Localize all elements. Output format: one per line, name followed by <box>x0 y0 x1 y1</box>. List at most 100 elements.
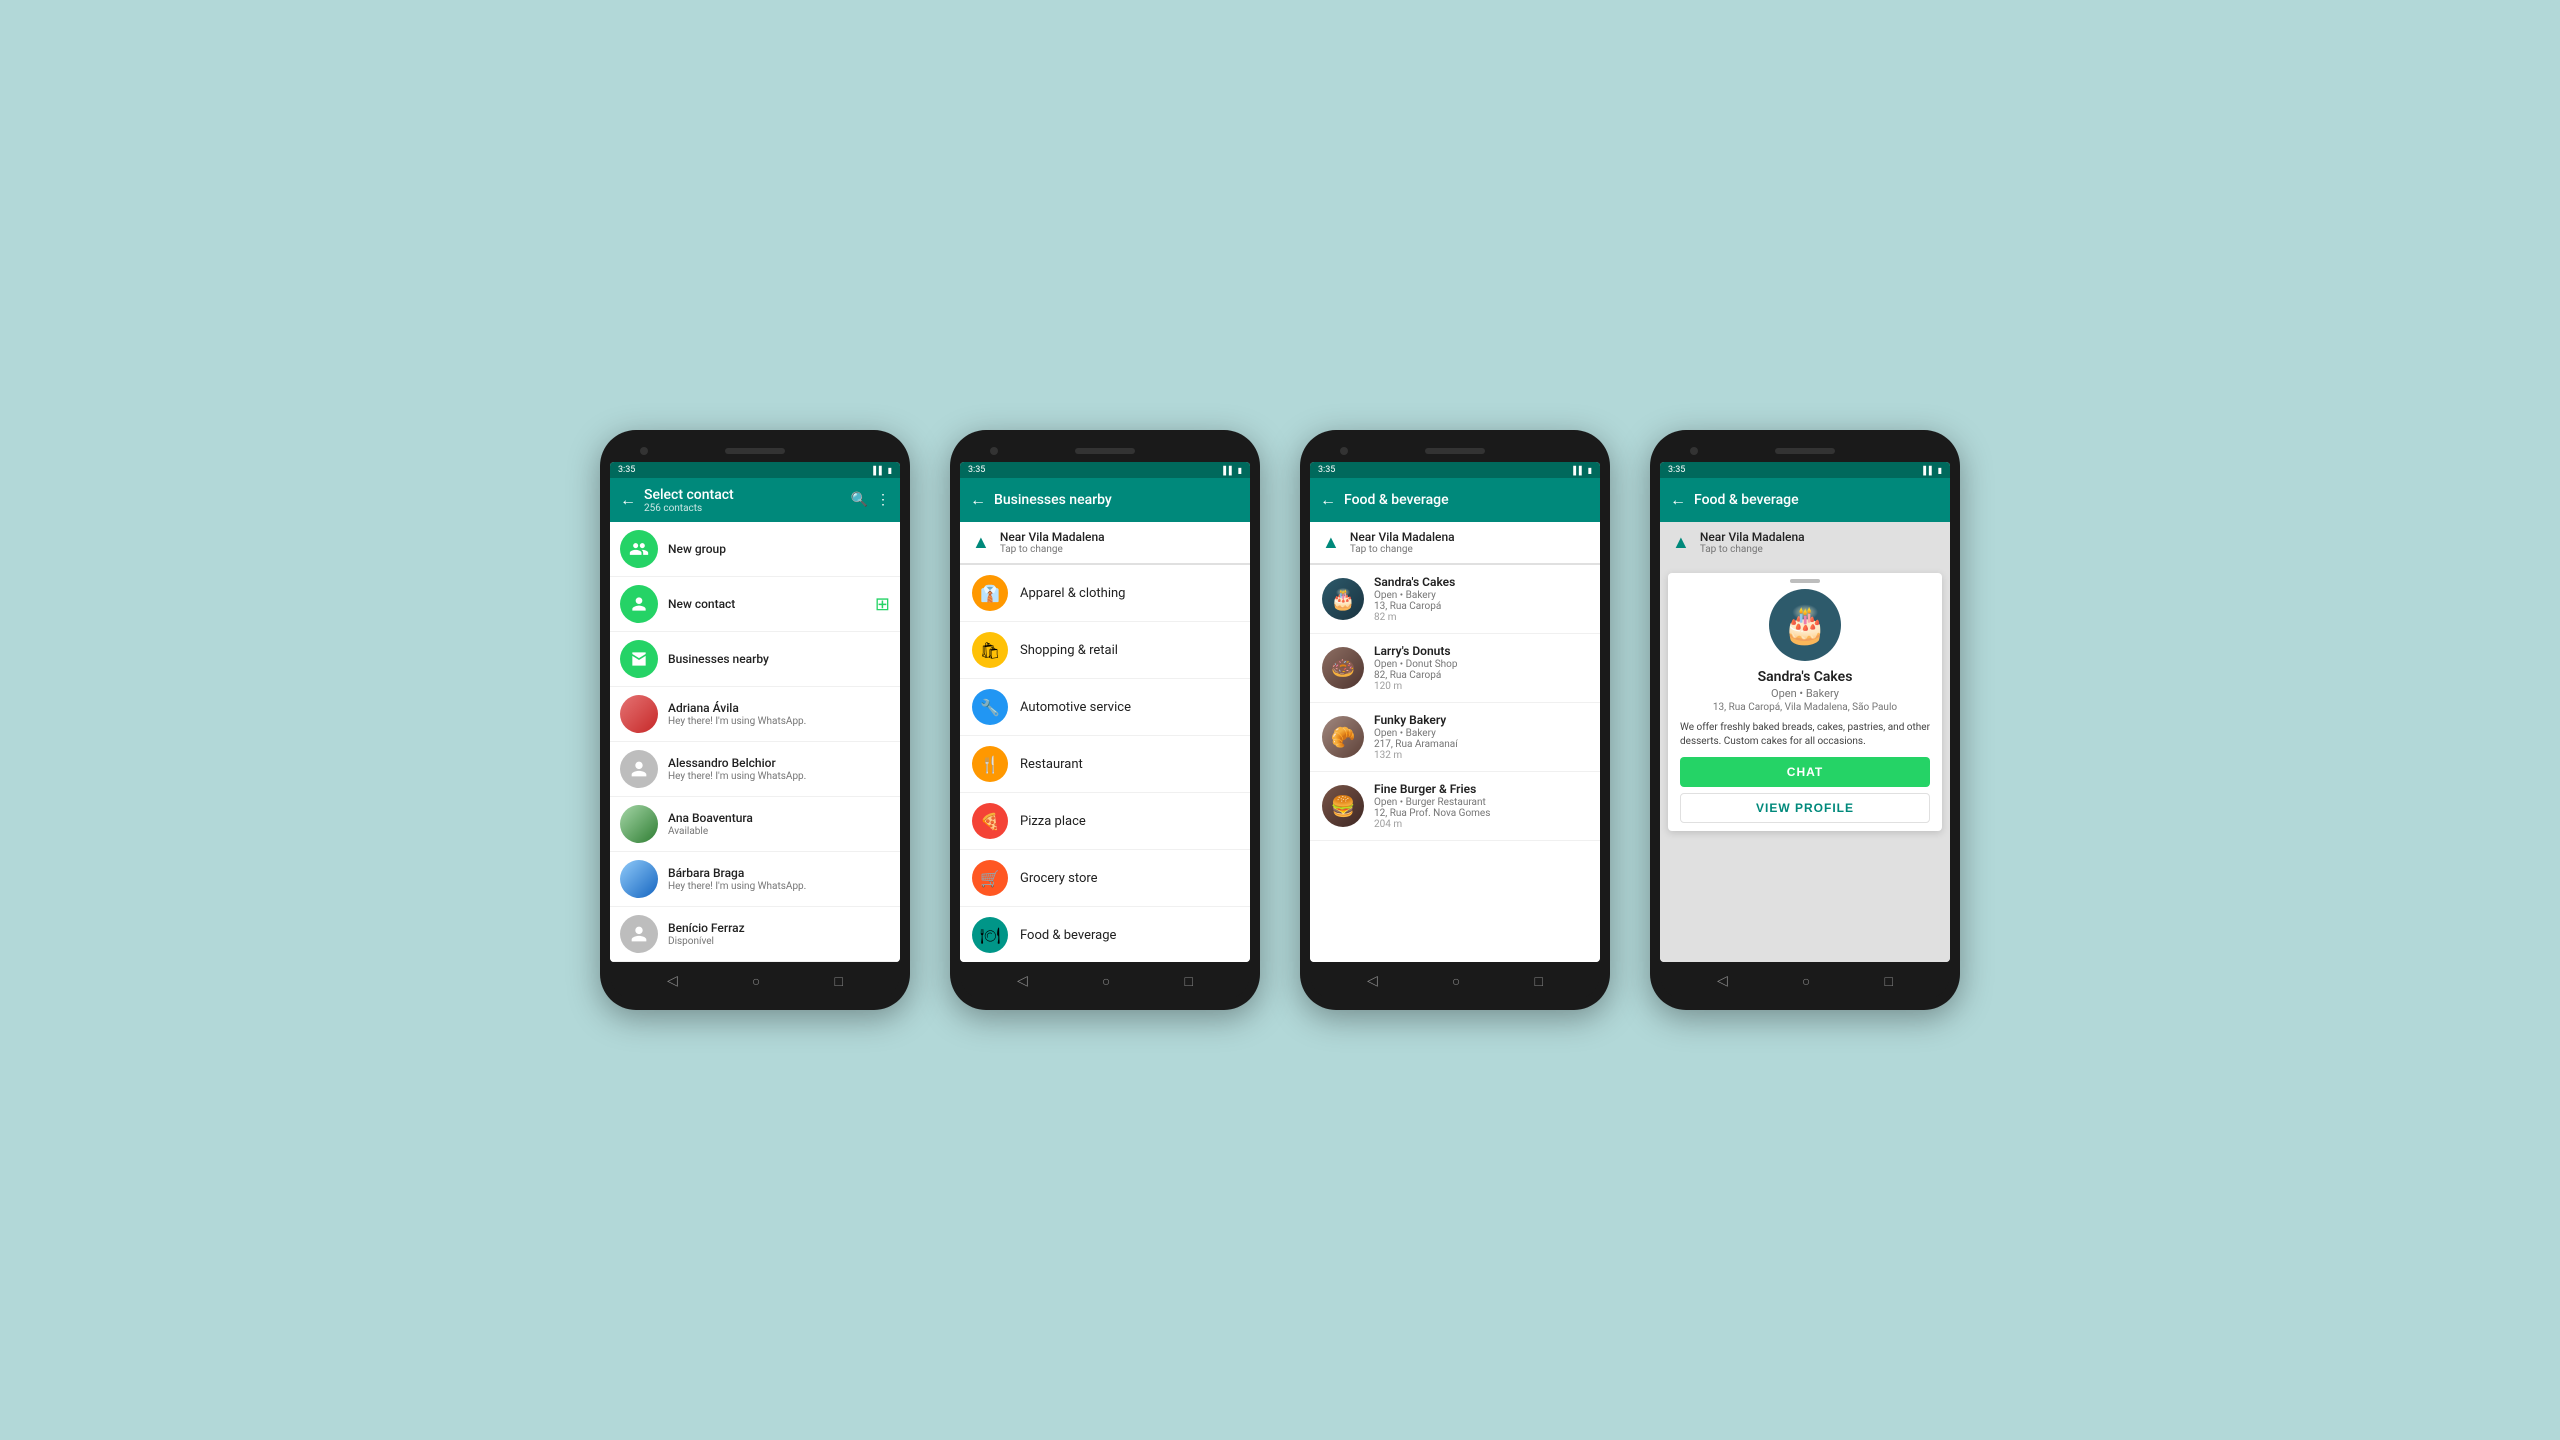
businesses-icon <box>620 640 658 678</box>
cat-restaurant[interactable]: 🍴 Restaurant <box>960 736 1250 793</box>
nav-home-1[interactable]: ○ <box>752 973 760 990</box>
cat-label-food: Food & beverage <box>1020 928 1116 943</box>
location-bar-3[interactable]: ▲ Near Vila Madalena Tap to change <box>1310 522 1600 565</box>
profile-name: Sandra's Cakes <box>1668 669 1942 685</box>
back-button-3[interactable]: ← <box>1320 490 1336 510</box>
bottom-nav-1: ◁ ○ □ <box>610 962 900 1000</box>
location-text-3: Near Vila Madalena Tap to change <box>1350 530 1588 555</box>
status-bar-2: 3:35 ▌▌ ▮ <box>960 462 1250 478</box>
new-contact-info: New contact <box>668 597 865 611</box>
signal-3: ▌▌ <box>1573 466 1584 475</box>
nav-back-2[interactable]: ◁ <box>1017 973 1028 989</box>
cat-pizza[interactable]: 🍕 Pizza place <box>960 793 1250 850</box>
status-time-3: 3:35 <box>1318 465 1335 475</box>
avatar-adriana <box>620 695 658 733</box>
phone-2: 3:35 ▌▌ ▮ ← Businesses nearby ▲ Near Vil… <box>950 430 1260 1010</box>
header-title-2: Businesses nearby <box>994 492 1240 508</box>
cat-grocery[interactable]: 🛒 Grocery store <box>960 850 1250 907</box>
back-button-4[interactable]: ← <box>1670 490 1686 510</box>
header-title-3: Food & beverage <box>1344 492 1590 508</box>
location-bar-2[interactable]: ▲ Near Vila Madalena Tap to change <box>960 522 1250 565</box>
profile-address: 13, Rua Caropá, Vila Madalena, São Paulo <box>1668 702 1942 713</box>
contact-alessandro[interactable]: Alessandro Belchior Hey there! I'm using… <box>610 742 900 797</box>
menu-icon-1[interactable]: ⋮ <box>876 492 890 508</box>
bottom-nav-2: ◁ ○ □ <box>960 962 1250 1000</box>
status-bar-3: 3:35 ▌▌ ▮ <box>1310 462 1600 478</box>
nav-recents-1[interactable]: □ <box>834 973 842 990</box>
nav-recents-2[interactable]: □ <box>1184 973 1192 990</box>
app-header-4: ← Food & beverage <box>1660 478 1950 522</box>
cat-auto[interactable]: 🔧 Automotive service <box>960 679 1250 736</box>
contact-barbara[interactable]: Bárbara Braga Hey there! I'm using Whats… <box>610 852 900 907</box>
chat-button[interactable]: CHAT <box>1680 757 1930 787</box>
status-bar-1: 3:35 ▌▌ ▮ <box>610 462 900 478</box>
contact-ana[interactable]: Ana Boaventura Available <box>610 797 900 852</box>
location-text-2: Near Vila Madalena Tap to change <box>1000 530 1238 555</box>
signal-icon: ▌▌ <box>873 466 884 475</box>
biz-larrys[interactable]: 🍩 Larry's Donuts Open • Donut Shop 82, R… <box>1310 634 1600 703</box>
bottom-nav-4: ◁ ○ □ <box>1660 962 1950 1000</box>
cat-label-auto: Automotive service <box>1020 700 1131 715</box>
new-contact-item[interactable]: New contact ⊞ <box>610 577 900 632</box>
status-bar-4: 3:35 ▌▌ ▮ <box>1660 462 1950 478</box>
profile-avatar: 🎂 <box>1769 589 1841 661</box>
qr-icon: ⊞ <box>875 594 890 615</box>
contact-benicio[interactable]: Benício Ferraz Disponível <box>610 907 900 962</box>
cat-food[interactable]: 🍽 Food & beverage <box>960 907 1250 962</box>
nav-back-4[interactable]: ◁ <box>1717 973 1728 989</box>
cat-icon-apparel: 👔 <box>972 575 1008 611</box>
status-time-2: 3:35 <box>968 465 985 475</box>
contact-list: New group New contact ⊞ <box>610 522 900 962</box>
app-header-2: ← Businesses nearby <box>960 478 1250 522</box>
contact-barbara-info: Bárbara Braga Hey there! I'm using Whats… <box>668 866 890 892</box>
new-group-info: New group <box>668 542 890 556</box>
back-button-1[interactable]: ← <box>620 490 636 510</box>
nav-back-3[interactable]: ◁ <box>1367 973 1378 989</box>
view-profile-button[interactable]: VIEW PROFILE <box>1680 793 1930 823</box>
nav-recents-4[interactable]: □ <box>1884 973 1892 990</box>
phone-speaker-3 <box>1425 448 1485 454</box>
new-group-icon <box>620 530 658 568</box>
biz-sandras[interactable]: 🎂 Sandra's Cakes Open • Bakery 13, Rua C… <box>1310 565 1600 634</box>
nav-home-3[interactable]: ○ <box>1452 973 1460 990</box>
biz-funky-info: Funky Bakery Open • Bakery 217, Rua Aram… <box>1374 713 1588 761</box>
phone-3: 3:35 ▌▌ ▮ ← Food & beverage ▲ Near Vila … <box>1300 430 1610 1010</box>
location-bar-4[interactable]: ▲ Near Vila Madalena Tap to change <box>1660 522 1950 565</box>
profile-type: Open • Bakery <box>1668 687 1942 700</box>
nav-back-1[interactable]: ◁ <box>667 973 678 989</box>
status-time-4: 3:35 <box>1668 465 1685 475</box>
cat-icon-shopping: 🛍 <box>972 632 1008 668</box>
biz-funky[interactable]: 🥐 Funky Bakery Open • Bakery 217, Rua Ar… <box>1310 703 1600 772</box>
drag-handle-area <box>1668 573 1942 589</box>
cat-label-apparel: Apparel & clothing <box>1020 586 1125 601</box>
phone-1: 3:35 ▌▌ ▮ ← Select contact 256 contacts … <box>600 430 910 1010</box>
businesses-nearby-item[interactable]: Businesses nearby <box>610 632 900 687</box>
new-group-item[interactable]: New group <box>610 522 900 577</box>
biz-larrys-info: Larry's Donuts Open • Donut Shop 82, Rua… <box>1374 644 1588 692</box>
cat-icon-restaurant: 🍴 <box>972 746 1008 782</box>
app-header-1: ← Select contact 256 contacts 🔍 ⋮ <box>610 478 900 522</box>
app-header-3: ← Food & beverage <box>1310 478 1600 522</box>
nav-home-4[interactable]: ○ <box>1802 973 1810 990</box>
phone-1-screen: 3:35 ▌▌ ▮ ← Select contact 256 contacts … <box>610 462 900 962</box>
cat-label-restaurant: Restaurant <box>1020 757 1083 772</box>
search-icon-1[interactable]: 🔍 <box>851 492 868 508</box>
businesses-nearby-label: Businesses nearby <box>668 652 890 666</box>
phone-camera-2 <box>990 447 998 455</box>
profile-card: 🎂 Sandra's Cakes Open • Bakery 13, Rua C… <box>1668 573 1942 831</box>
phone-3-screen: 3:35 ▌▌ ▮ ← Food & beverage ▲ Near Vila … <box>1310 462 1600 962</box>
signal-2: ▌▌ <box>1223 466 1234 475</box>
back-button-2[interactable]: ← <box>970 490 986 510</box>
contact-adriana[interactable]: Adriana Ávila Hey there! I'm using Whats… <box>610 687 900 742</box>
nav-recents-3[interactable]: □ <box>1534 973 1542 990</box>
location-icon-2: ▲ <box>972 532 990 553</box>
contact-alessandro-info: Alessandro Belchior Hey there! I'm using… <box>668 756 890 782</box>
cat-apparel[interactable]: 👔 Apparel & clothing <box>960 565 1250 622</box>
phone-camera <box>640 447 648 455</box>
cat-icon-pizza: 🍕 <box>972 803 1008 839</box>
cat-shopping[interactable]: 🛍 Shopping & retail <box>960 622 1250 679</box>
biz-burger[interactable]: 🍔 Fine Burger & Fries Open • Burger Rest… <box>1310 772 1600 841</box>
nav-home-2[interactable]: ○ <box>1102 973 1110 990</box>
battery-icon: ▮ <box>888 466 892 475</box>
phone-4-screen: 3:35 ▌▌ ▮ ← Food & beverage ▲ Near Vila … <box>1660 462 1950 962</box>
